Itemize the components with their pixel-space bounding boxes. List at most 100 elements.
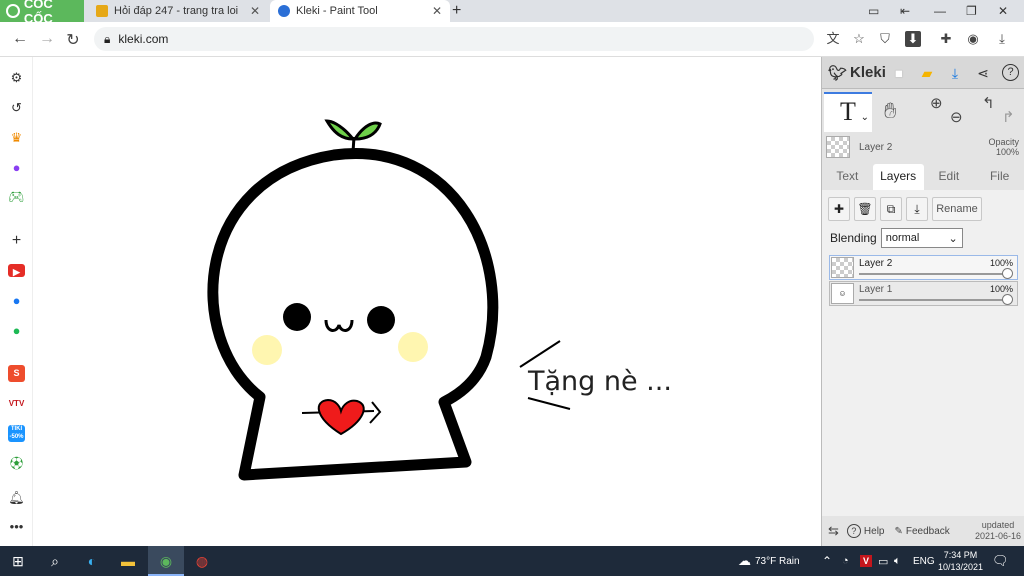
tab-layers[interactable]: Layers — [872, 164, 924, 190]
shield-icon[interactable]: ⛉ — [877, 31, 893, 47]
tab-hoidap[interactable]: Hỏi đáp 247 - trang tra loi ✕ — [88, 0, 268, 22]
new-image-icon[interactable]: ■ — [890, 64, 908, 82]
zoom-out-icon[interactable]: ⊖ — [950, 108, 963, 126]
reader-icon[interactable]: ▭ — [868, 0, 888, 22]
download-icon[interactable]: ⤓ — [994, 31, 1010, 47]
rename-button[interactable]: Rename — [932, 197, 982, 221]
updated-label: updated — [981, 520, 1015, 530]
download-icon[interactable]: ⤓ — [946, 64, 964, 82]
shopee-icon[interactable]: S — [8, 365, 25, 382]
undo-icon[interactable]: ↰ — [982, 94, 995, 112]
layer-thumbnail: ☺ — [831, 283, 854, 304]
game-icon[interactable]: 🎮︎ — [8, 188, 25, 205]
add-icon[interactable]: + — [8, 232, 25, 249]
search-icon[interactable]: ⌕ — [46, 552, 64, 570]
spotify-icon[interactable]: ● — [8, 322, 25, 339]
address-bar[interactable]: 🔒︎ kleki.com — [94, 27, 814, 51]
chevron-up-icon[interactable]: ⌃ — [822, 546, 832, 576]
more-icon[interactable]: ••• — [8, 518, 25, 535]
edge-icon[interactable]: ◐ — [83, 552, 101, 570]
right-eye — [367, 306, 395, 334]
messenger-icon[interactable]: ● — [8, 159, 25, 176]
windows-start-icon[interactable]: ⊞ — [9, 552, 27, 570]
duplicate-layer-button[interactable]: ⧉ — [880, 197, 902, 221]
back-icon[interactable]: ← — [10, 30, 30, 48]
minimize-button[interactable]: — — [934, 0, 954, 22]
feedback-button[interactable]: ✎ Feedback — [894, 526, 949, 537]
translate-icon[interactable]: 文 — [825, 31, 841, 47]
delete-layer-button[interactable]: 🗑︎ — [854, 197, 876, 221]
left-eye — [283, 303, 311, 331]
gear-icon[interactable]: ⚙ — [8, 69, 25, 86]
browser-brand[interactable]: CỐC CỐC — [0, 0, 84, 26]
caption-text: Tặng nè ... — [527, 366, 672, 397]
right-cheek — [398, 332, 428, 362]
sprout-icon — [324, 119, 382, 153]
close-window-button[interactable]: ✕ — [998, 0, 1018, 22]
drawing-canvas[interactable]: Tặng nè ... — [34, 57, 821, 546]
volume-icon[interactable]: 🔈︎ — [894, 546, 901, 576]
kleki-logo[interactable]: 🐦︎ Kleki — [828, 64, 886, 82]
clock[interactable]: 7:34 PM 10/13/2021 — [938, 546, 983, 576]
profile-icon[interactable]: ◉ — [965, 31, 981, 47]
layer-item-2[interactable]: Layer 2 100% — [829, 255, 1018, 280]
new-tab-button[interactable]: + — [452, 2, 461, 20]
blending-select[interactable]: normal ⌄ — [880, 228, 963, 248]
savefrom-icon[interactable]: ⬇ — [905, 31, 921, 47]
tab-edit[interactable]: Edit — [924, 164, 975, 190]
facebook-icon[interactable]: ● — [8, 292, 25, 309]
vtv-icon[interactable]: VTV — [8, 395, 25, 412]
youtube-icon[interactable]: ▶ — [8, 264, 25, 277]
reload-icon[interactable]: ↻ — [63, 30, 83, 50]
extensions-icon[interactable]: ✚ — [938, 31, 954, 47]
close-icon[interactable]: ✕ — [250, 4, 260, 18]
help-button[interactable]: ? Help — [846, 524, 884, 538]
tab-text[interactable]: Text — [822, 164, 873, 190]
address-row: ← → ↻ 🔒︎ kleki.com 文 ☆ ⛉ ⬇ ✚ ◉ ⤓ — [0, 22, 1024, 57]
layer-opacity-slider[interactable] — [859, 273, 1007, 275]
share-icon[interactable]: ⋖ — [974, 64, 992, 82]
kleki-panel: 🐦︎ Kleki ■ ▰ ⤓ ⋖ ? T ⌄ ✋︎ ⊕ ⊖ ↰ ↱ Layer … — [821, 57, 1024, 546]
chevron-down-icon: ⌄ — [860, 112, 869, 123]
slider-handle[interactable] — [1002, 294, 1013, 305]
football-icon[interactable]: ⚽︎ — [8, 455, 25, 472]
tab-kleki[interactable]: Kleki - Paint Tool ✕ — [270, 0, 450, 22]
slider-handle[interactable] — [1002, 268, 1013, 279]
merge-layer-button[interactable]: ⤓ — [906, 197, 928, 221]
file-explorer-icon[interactable]: ▬ — [119, 552, 137, 570]
close-icon[interactable]: ✕ — [432, 4, 442, 18]
coccoc-taskbar-button[interactable]: ◉ — [148, 546, 184, 576]
help-icon[interactable]: ? — [1002, 64, 1019, 81]
chrome-icon[interactable]: ◍ — [193, 552, 211, 570]
restore-tabs-icon[interactable]: ⇤ — [900, 0, 920, 22]
redo-icon[interactable]: ↱ — [1002, 108, 1015, 126]
text-tool-button[interactable]: T ⌄ — [824, 92, 872, 132]
tab-file[interactable]: File — [974, 164, 1024, 190]
opacity-label: Opacity — [988, 137, 1019, 147]
hoidap-favicon-icon — [96, 5, 108, 17]
add-layer-button[interactable]: ✚ — [828, 197, 850, 221]
maximize-button[interactable]: ❐ — [966, 0, 986, 22]
language-indicator[interactable]: ENG — [913, 546, 935, 576]
forward-icon[interactable]: → — [37, 30, 57, 48]
battery-icon[interactable]: ▭ — [878, 546, 888, 576]
layer-opacity-slider[interactable] — [859, 299, 1007, 301]
layer-item-1[interactable]: ☺ Layer 1 100% — [829, 281, 1018, 306]
blending-row: Blending normal ⌄ — [830, 228, 963, 248]
caption-stroke-top — [519, 340, 561, 368]
open-folder-icon[interactable]: ▰ — [918, 64, 936, 82]
notification-icon[interactable]: 🗨︎ — [992, 546, 1009, 576]
updated-info[interactable]: updated 2021-06-16 — [975, 520, 1021, 542]
history-icon[interactable]: ↺ — [8, 99, 25, 116]
zoom-in-icon[interactable]: ⊕ — [930, 94, 943, 112]
tiki-icon[interactable]: TIKI -50% — [8, 425, 25, 442]
weather-widget[interactable]: ☁ 73°F Rain — [738, 546, 800, 576]
star-icon[interactable]: ☆ — [851, 31, 867, 47]
swap-icon[interactable]: ⇆ — [828, 523, 839, 539]
lock-icon: 🔒︎ — [104, 31, 111, 46]
network-icon[interactable]: ◔ — [842, 546, 849, 576]
hand-tool-icon[interactable]: ✋︎ — [884, 98, 897, 124]
vtv-tray-icon[interactable]: V — [860, 555, 872, 567]
crown-icon[interactable]: ♛ — [8, 129, 25, 146]
bell-icon[interactable]: 🔔︎ — [8, 489, 25, 506]
